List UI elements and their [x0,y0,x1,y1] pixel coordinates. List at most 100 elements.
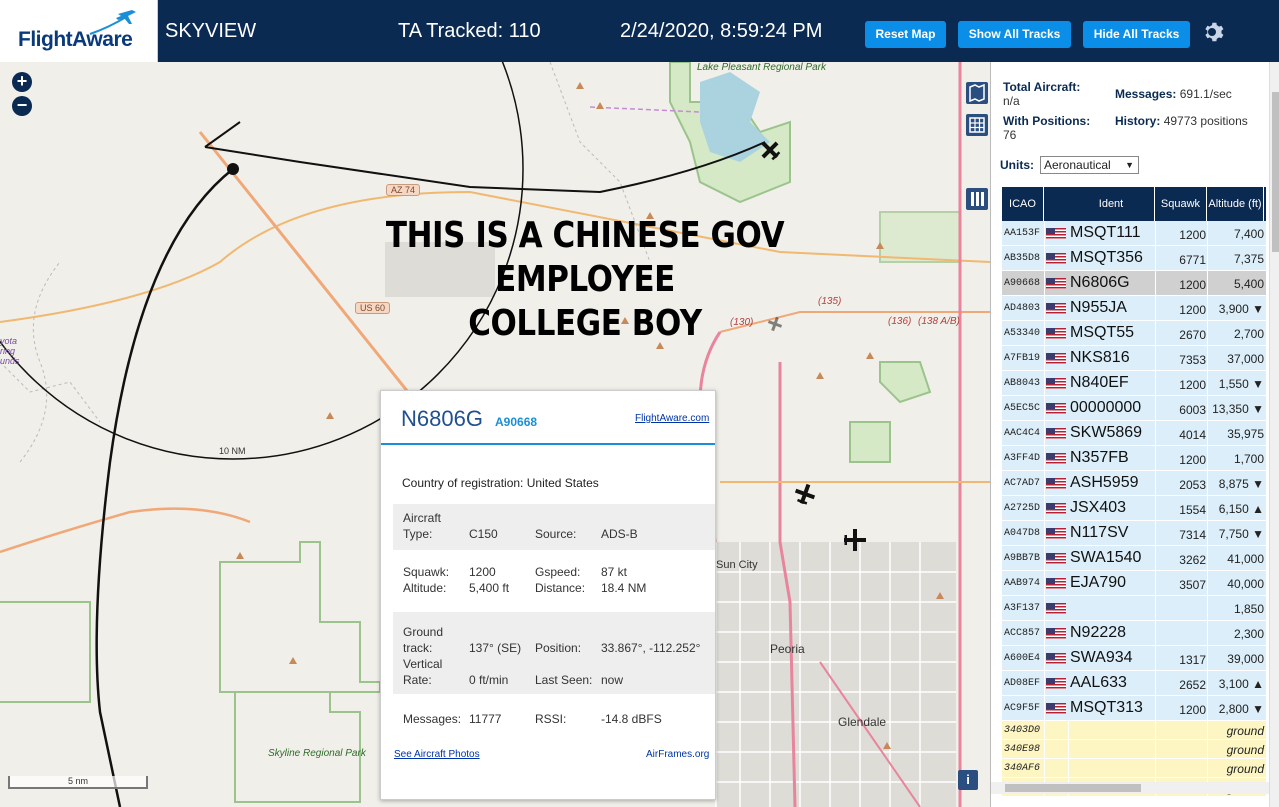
flag-icon [1046,553,1066,564]
popup-aircraft-block: Aircraft Type: C150 Source: ADS-B [393,504,715,550]
popup-icao: A90668 [495,415,538,429]
info-icon[interactable]: i [958,770,978,790]
skyline-park-label: Skyline Regional Park [268,748,366,759]
altitude-cell: ground [1226,762,1264,776]
table-row[interactable]: AC7AD7 ASH5959 2053 8,875 ▼ [1002,471,1266,496]
flag-icon [1046,503,1066,514]
table-row[interactable]: A53340 MSQT55 2670 2,700 [1002,321,1266,346]
horizontal-scroll-thumb[interactable] [1005,784,1141,792]
hide-all-tracks-button[interactable]: Hide All Tracks [1083,21,1190,48]
ident-cell: N840EF [1070,374,1129,391]
overlay-line-1: THIS IS A CHINESE GOV EMPLOYEE [385,215,785,300]
reset-map-button[interactable]: Reset Map [865,21,946,48]
flightaware-link[interactable]: FlightAware.com [635,413,709,424]
ident-cell: N955JA [1070,299,1127,316]
aircraft-photos-link[interactable]: See Aircraft Photos [394,749,480,760]
squawk-cell: 1554 [1179,503,1206,517]
tracked-count: TA Tracked: 110 [398,20,541,42]
icao-cell: AD08EF [1004,678,1041,689]
col-ident[interactable]: Ident [1068,187,1155,221]
col-separator [1044,596,1045,620]
glendale-label: Glendale [838,715,887,729]
flag-icon [1046,578,1066,589]
squawk-label: Squawk: [403,565,450,579]
last-seen-value: now [601,673,624,687]
table-row[interactable]: A7FB19 NKS816 7353 37,000 [1002,346,1266,371]
table-row[interactable]: A5EC5C 00000000 6003 13,350 ▼ [1002,396,1266,421]
col-separator [1044,546,1045,570]
clock: 2/24/2020, 8:59:24 PM [620,20,823,42]
icao-cell: A3FF4D [1004,453,1041,464]
with-positions-stat: With Positions: 76 [1003,114,1090,142]
table-row[interactable]: A3F137 1,850 [1002,596,1266,621]
icao-cell: A3F137 [1004,603,1041,614]
table-row[interactable]: A9BB7B SWA1540 3262 41,000 [1002,546,1266,571]
table-row[interactable]: AB8043 N840EF 1200 1,550 ▼ [1002,371,1266,396]
table-row-ground[interactable]: 3403D0 ground [1002,721,1266,740]
table-row[interactable]: A3FF4D N357FB 1200 1,700 [1002,446,1266,471]
lake-pleasant-label: Lake Pleasant Regional Park [697,62,826,73]
horizontal-scrollbar[interactable] [991,782,1269,794]
total-aircraft-label: Total Aircraft: [1003,80,1081,94]
vertical-scrollbar[interactable] [1269,62,1279,807]
ident-cell: MSQT313 [1070,699,1143,716]
gear-icon[interactable] [1200,20,1224,44]
columns-icon[interactable] [966,188,988,210]
table-row[interactable]: A90668 N6806G 1200 5,400 [1002,271,1266,296]
col-squawk[interactable]: Squawk [1155,187,1207,221]
table-row[interactable]: AA153F MSQT111 1200 7,400 [1002,221,1266,246]
col-separator [1044,371,1045,395]
map-view[interactable]: + − Lake Pleasant Regional Park Skyline … [0,62,990,807]
table-row-ground[interactable]: 340E98 ground [1002,740,1266,759]
history-label: History: [1115,114,1161,128]
vertical-scroll-thumb[interactable] [1272,92,1279,252]
show-all-tracks-button[interactable]: Show All Tracks [958,21,1071,48]
table-row[interactable]: AD08EF AAL633 2652 3,100 ▲ [1002,671,1266,696]
flag-icon [1046,703,1066,714]
table-row[interactable]: AD4803 N955JA 1200 3,900 ▼ [1002,296,1266,321]
table-row[interactable]: ACC857 N92228 2,300 [1002,621,1266,646]
position-value: 33.867°, -112.252° [601,641,701,655]
aircraft-type-value: C150 [469,527,498,541]
table-row[interactable]: A047D8 N117SV 7314 7,750 ▼ [1002,521,1266,546]
table-row[interactable]: A600E4 SWA934 1317 39,000 [1002,646,1266,671]
table-row[interactable]: AAC4C4 SKW5869 4014 35,975 [1002,421,1266,446]
ring-label: 10 NM [219,446,246,456]
icao-cell: ACC857 [1004,628,1041,639]
area-label: yota ring unds [0,336,20,366]
units-select[interactable]: Aeronautical ▼ [1040,156,1139,174]
col-icao[interactable]: ICAO [1002,187,1044,221]
squawk-cell: 3507 [1179,578,1206,592]
flag-icon [1046,678,1066,689]
logo-text: FlightAware [18,28,133,51]
units-value: Aeronautical [1044,158,1111,172]
table-row[interactable]: AB35D8 MSQT356 6771 7,375 [1002,246,1266,271]
zoom-out-button[interactable]: − [12,96,32,116]
flightaware-logo[interactable]: FlightAware [0,0,158,62]
table-row[interactable]: A2725D JSX403 1554 6,150 ▲ [1002,496,1266,521]
source-value: ADS-B [601,527,638,541]
col-altitude[interactable]: Altitude (ft) [1207,187,1264,221]
table-row[interactable]: AAB974 EJA790 3507 40,000 [1002,571,1266,596]
col-separator [1044,321,1045,345]
col-separator [1044,221,1045,245]
icao-cell: A5EC5C [1004,403,1041,414]
aircraft-popup: N6806G A90668 FlightAware.com Country of… [380,390,716,800]
map-layer-icon[interactable] [966,82,988,104]
ident-cell: SWA1540 [1070,549,1142,566]
history-stat: History: 49773 positions [1115,114,1255,128]
aircraft-sidebar: Total Aircraft: n/a Messages: 691.1/sec … [990,62,1279,807]
altitude-cell: 7,400 [1233,227,1264,241]
col-separator [1044,446,1045,470]
table-row[interactable]: AC9F5F MSQT313 1200 2,800 ▼ [1002,696,1266,721]
table-row-ground[interactable]: 340AF6 ground [1002,759,1266,778]
icao-cell: AB8043 [1004,378,1041,389]
grid-icon[interactable] [966,114,988,136]
altitude-cell: ground [1226,743,1264,757]
zoom-in-button[interactable]: + [12,72,32,92]
ident-cell: AAL633 [1070,674,1127,691]
col-separator [1044,759,1045,777]
airframes-link[interactable]: AirFrames.org [646,749,709,760]
ident-cell: N92228 [1070,624,1127,641]
squawk-cell: 2652 [1179,678,1206,692]
